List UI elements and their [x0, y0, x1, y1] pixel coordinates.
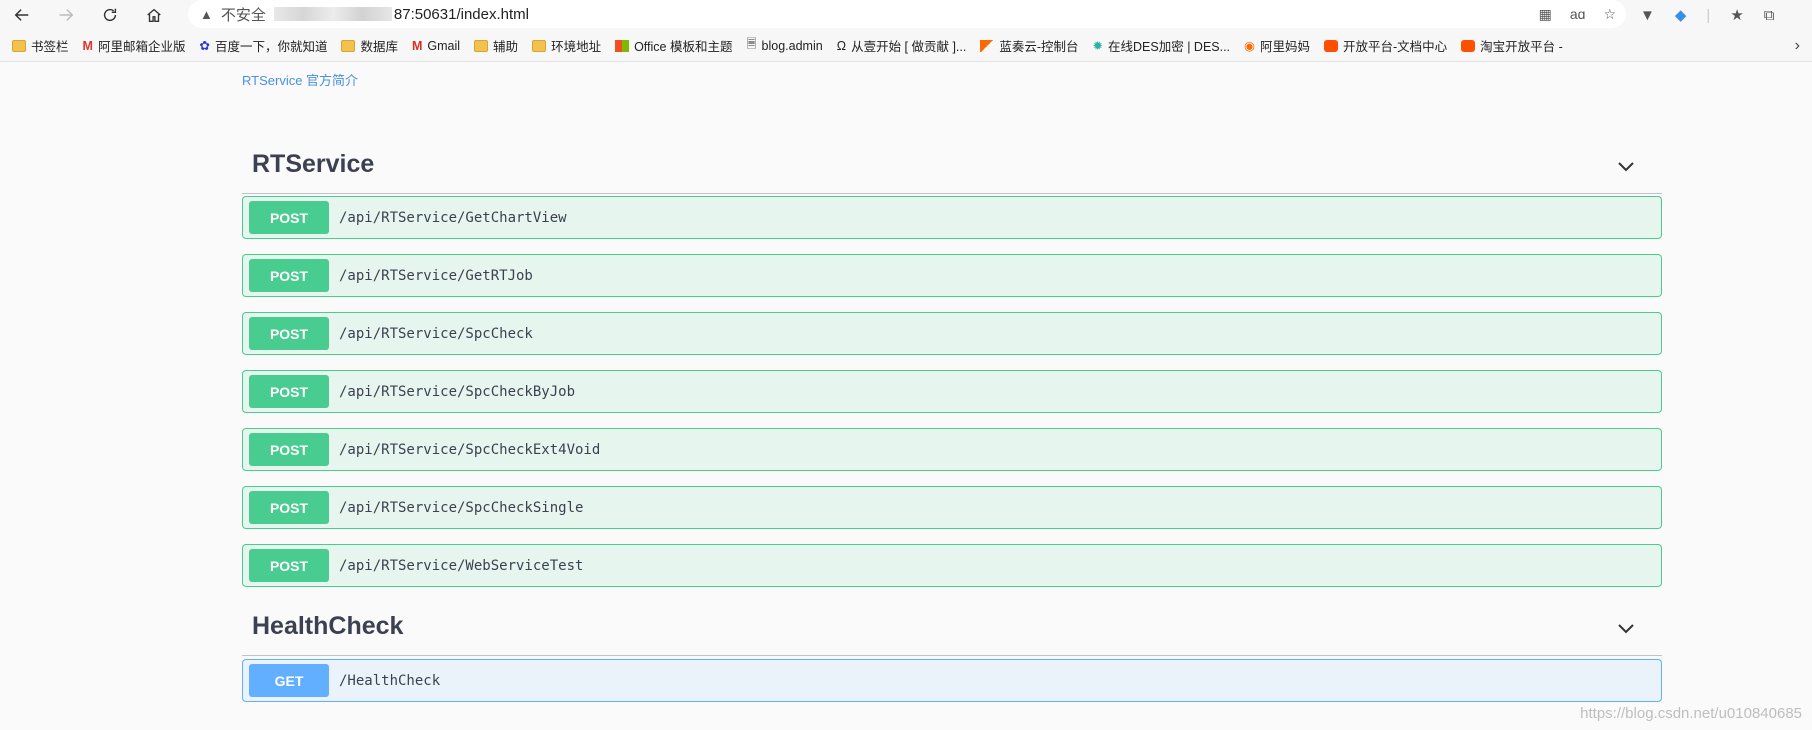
- site-icon: Ω: [836, 38, 847, 53]
- not-secure-label: 不安全: [220, 6, 266, 24]
- folder-icon: [341, 39, 356, 52]
- operation-row[interactable]: POST /api/RTService/SpcCheck: [242, 312, 1662, 355]
- home-button[interactable]: [132, 0, 176, 30]
- address-bar[interactable]: ▲ 不安全 87:50631/index.html ▦ aɑ ☆: [188, 0, 1626, 28]
- bookmarks-bar: 书签栏 M 阿里邮箱企业版 ✿ 百度一下，你就知道 数据库 M Gmail 辅助 环境…: [0, 30, 1812, 62]
- forward-button[interactable]: [44, 0, 88, 30]
- bookmark-item[interactable]: Ω 从壹开始 [ 做贡献 ]...: [837, 36, 967, 55]
- folder-icon: [532, 39, 547, 52]
- taobao-icon: [1461, 39, 1476, 52]
- qr-code-icon[interactable]: ▦: [1539, 6, 1552, 23]
- section-header-rtservice[interactable]: RTService: [242, 136, 1662, 194]
- bookmark-item[interactable]: 开放平台-文档中心: [1323, 36, 1447, 55]
- warning-icon: ▲: [200, 6, 213, 22]
- arrow-right-icon: [59, 9, 74, 21]
- arrow-left-icon: [14, 9, 29, 21]
- bookmark-item[interactable]: M Gmail: [412, 39, 460, 53]
- operation-row[interactable]: POST /api/RTService/GetChartView: [242, 196, 1662, 239]
- home-icon: [147, 8, 161, 22]
- bookmark-item[interactable]: ◉ 阿里妈妈: [1244, 36, 1310, 55]
- bookmark-item[interactable]: 数据库: [341, 36, 398, 55]
- bookmark-item[interactable]: 书签栏: [12, 36, 69, 55]
- bookmark-item[interactable]: 环境地址: [532, 36, 601, 55]
- microsoft-icon: [615, 39, 630, 52]
- aliyun-mail-icon: M: [82, 38, 93, 53]
- method-badge: POST: [249, 375, 329, 408]
- bookmark-item[interactable]: ✿ 百度一下，你就知道: [199, 36, 327, 55]
- url-text: 87:50631/index.html: [393, 5, 529, 23]
- page-icon: 🗏: [746, 37, 757, 51]
- gmail-icon: M: [411, 38, 423, 53]
- folder-icon: [474, 39, 489, 52]
- browser-toolbar: ▲ 不安全 87:50631/index.html ▦ aɑ ☆ ▼ ◆ | ★…: [0, 0, 1812, 30]
- watermark-text: https://blog.csdn.net/u010840685: [1580, 705, 1802, 722]
- operation-row[interactable]: POST /api/RTService/GetRTJob: [242, 254, 1662, 297]
- operation-path: /api/RTService/SpcCheckSingle: [339, 499, 584, 516]
- address-bar-actions: ▦ aɑ ☆: [1539, 0, 1616, 28]
- refresh-button[interactable]: [88, 0, 132, 30]
- operation-path: /api/RTService/GetChartView: [339, 209, 567, 226]
- method-badge: POST: [249, 549, 329, 582]
- intro-link[interactable]: RTService 官方简介: [242, 70, 358, 89]
- chevron-down-icon[interactable]: [1616, 156, 1636, 176]
- operation-path: /api/RTService/SpcCheckByJob: [339, 383, 576, 400]
- extension-v-icon[interactable]: ▼: [1640, 7, 1655, 24]
- method-badge: POST: [249, 259, 329, 292]
- section-header-healthcheck[interactable]: HealthCheck: [242, 598, 1662, 656]
- operation-row[interactable]: POST /api/RTService/SpcCheckSingle: [242, 486, 1662, 529]
- bookmark-item[interactable]: ✹ 在线DES加密 | DES...: [1093, 36, 1231, 55]
- method-badge: POST: [249, 491, 329, 524]
- operation-row[interactable]: POST /api/RTService/WebServiceTest: [242, 544, 1662, 587]
- alimama-icon: ◉: [1244, 39, 1255, 53]
- method-badge: POST: [249, 201, 329, 234]
- bookmark-item[interactable]: Office 模板和主题: [615, 36, 732, 55]
- operation-path: /api/RTService/SpcCheckExt4Void: [339, 441, 601, 458]
- bookmark-item[interactable]: 🗏 blog.admin: [746, 35, 822, 56]
- extension-shield-icon[interactable]: ◆: [1675, 6, 1687, 24]
- read-aloud-icon[interactable]: aɑ: [1570, 6, 1586, 22]
- method-badge: POST: [249, 433, 329, 466]
- folder-icon: [12, 39, 26, 52]
- operation-row[interactable]: GET /HealthCheck: [242, 659, 1662, 702]
- refresh-icon: [103, 8, 117, 22]
- back-button[interactable]: [0, 0, 44, 30]
- favorite-star-icon[interactable]: ☆: [1603, 6, 1616, 23]
- method-badge: POST: [249, 317, 329, 350]
- section-title: RTService: [252, 150, 375, 178]
- bookmark-item[interactable]: 辅助: [474, 36, 518, 55]
- bookmark-item[interactable]: 蓝奏云-控制台: [980, 36, 1079, 55]
- bookmark-item[interactable]: M 阿里邮箱企业版: [83, 36, 186, 55]
- operation-path: /api/RTService/WebServiceTest: [339, 557, 584, 574]
- lanzou-icon: [980, 39, 995, 52]
- gear-icon: ✹: [1092, 39, 1104, 53]
- section-title: HealthCheck: [252, 612, 404, 640]
- operation-path: /HealthCheck: [339, 672, 441, 689]
- bookmark-item[interactable]: 淘宝开放平台 -: [1461, 36, 1563, 55]
- favorites-icon[interactable]: ★: [1730, 6, 1743, 24]
- operation-row[interactable]: POST /api/RTService/SpcCheckByJob: [242, 370, 1662, 413]
- browser-extensions: ▼ ◆ | ★ ⧉: [1640, 0, 1774, 30]
- divider: |: [1706, 6, 1711, 24]
- redacted-host: [273, 7, 392, 21]
- collections-icon[interactable]: ⧉: [1764, 7, 1775, 24]
- chevron-right-icon[interactable]: ›: [1795, 30, 1800, 62]
- method-badge: GET: [249, 664, 329, 697]
- baidu-icon: ✿: [199, 39, 210, 53]
- taobao-icon: [1323, 39, 1338, 52]
- operation-path: /api/RTService/GetRTJob: [339, 267, 533, 284]
- operation-path: /api/RTService/SpcCheck: [339, 325, 533, 342]
- chevron-down-icon[interactable]: [1616, 618, 1636, 638]
- operation-row[interactable]: POST /api/RTService/SpcCheckExt4Void: [242, 428, 1662, 471]
